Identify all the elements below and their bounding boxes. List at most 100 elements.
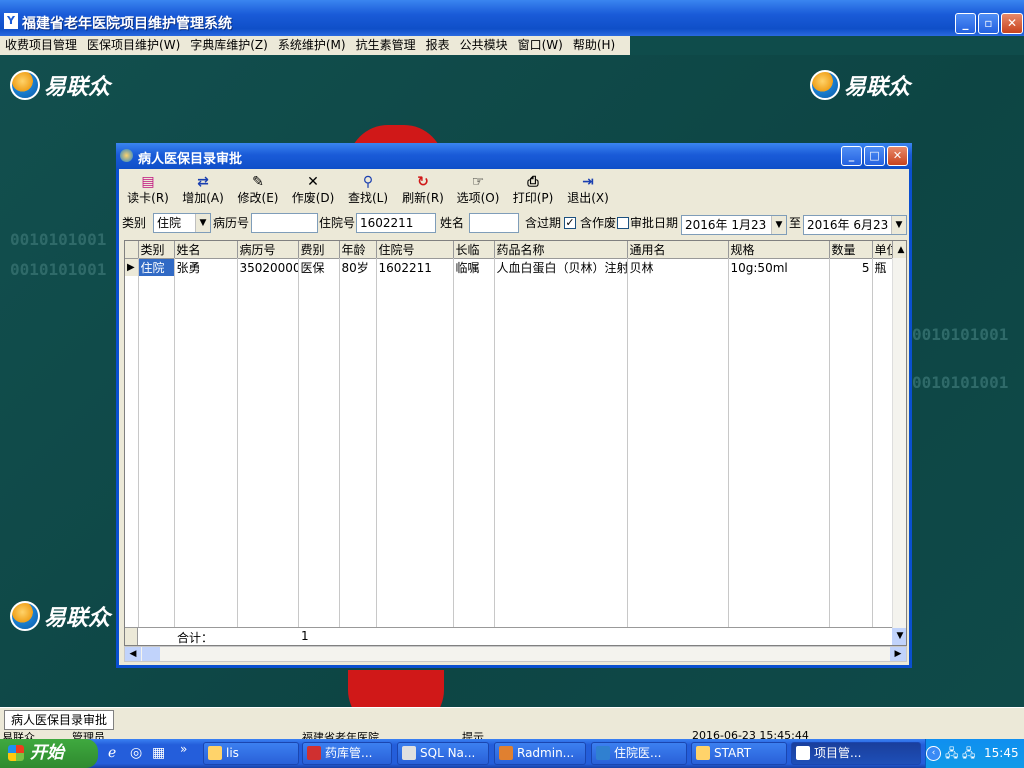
expired-label: 含过期 (525, 216, 562, 230)
taskbar-item[interactable]: SQL Na... (397, 742, 489, 765)
cell-fee-type[interactable]: 医保 (298, 258, 340, 276)
close-button[interactable]: ✕ (1001, 13, 1023, 34)
ie-icon[interactable]: ℯ (108, 745, 116, 761)
dialog-maximize-button[interactable]: □ (864, 146, 885, 166)
menu-insurance-items[interactable]: 医保项目维护(W) (82, 36, 185, 55)
column-header[interactable]: 单位 (872, 241, 893, 259)
scroll-up-button[interactable]: ▲ (892, 241, 906, 259)
restore-button[interactable]: ▫ (978, 13, 999, 34)
cell-inpatient[interactable]: 1602211 (376, 258, 454, 276)
cell-generic-name[interactable]: 贝林 (627, 258, 729, 276)
taskbar-item-active[interactable]: 项目管... (791, 742, 921, 765)
scroll-right-button[interactable]: ▶ (890, 647, 906, 661)
taskbar-item[interactable]: Radmin... (494, 742, 586, 765)
inpatient-label: 住院号 (319, 216, 356, 230)
network-icon[interactable]: 🖧 (945, 739, 958, 768)
exit-button[interactable]: ⇥ 退出(X) (561, 173, 615, 207)
toolbar-label: 退出(X) (567, 191, 609, 205)
mdi-tab[interactable]: 病人医保目录审批 (4, 710, 115, 730)
category-select[interactable]: 住院 ▼ (153, 213, 211, 233)
name-input[interactable] (469, 213, 519, 233)
menu-system[interactable]: 系统维护(M) (273, 36, 351, 55)
tray-expand-icon[interactable]: ‹ (926, 746, 941, 761)
column-header[interactable]: 年龄 (339, 241, 377, 259)
menu-dictionary[interactable]: 字典库维护(Z) (185, 36, 273, 55)
column-header[interactable]: 规格 (728, 241, 830, 259)
dialog-minimize-button[interactable]: _ (841, 146, 862, 166)
edit-button[interactable]: ✎ 修改(E) (231, 173, 285, 207)
cell-drug-name[interactable]: 人血白蛋白（贝林）注射 (494, 258, 628, 276)
desktop-icon[interactable]: ▦ (152, 745, 165, 761)
date-from-picker[interactable]: 2016年 1月23 ▼ (681, 215, 787, 235)
toolbar-label: 修改(E) (237, 191, 279, 205)
card-reader-icon: ▤ (141, 174, 155, 190)
name-label: 姓名 (440, 216, 465, 230)
dialog-close-button[interactable]: ✕ (887, 146, 908, 166)
record-number-input[interactable] (251, 213, 318, 233)
taskbar-item[interactable]: lis (203, 742, 299, 765)
header-indicator (125, 241, 139, 259)
refresh-button[interactable]: ↻ 刷新(R) (396, 173, 450, 207)
date-to-picker[interactable]: 2016年 6月23 ▼ (803, 215, 907, 235)
category-value: 住院 (157, 216, 182, 230)
column-header[interactable]: 数量 (829, 241, 873, 259)
print-button[interactable]: ⎙ 打印(P) (506, 173, 560, 207)
chevron-down-icon[interactable]: ▼ (771, 216, 786, 234)
cell-spec[interactable]: 10g:50ml (728, 258, 830, 276)
table-row[interactable]: ▶ 住院 张勇 350200005' 医保 80岁 1602211 临嘱 人血白… (125, 258, 906, 276)
cell-order-type[interactable]: 临嘱 (453, 258, 495, 276)
toolbar-label: 刷新(R) (402, 191, 444, 205)
horizontal-scrollbar[interactable]: ◀ ▶ (124, 646, 907, 662)
cell-quantity[interactable]: 5 (829, 258, 873, 276)
network-icon[interactable]: 🖧 (962, 739, 975, 768)
menu-help[interactable]: 帮助(H) (568, 36, 620, 55)
column-header[interactable]: 长临 (453, 241, 495, 259)
column-header[interactable]: 类别 (138, 241, 175, 259)
inpatient-number-input[interactable]: 1602211 (356, 213, 436, 233)
scroll-left-button[interactable]: ◀ (125, 647, 141, 661)
include-expired-checkbox[interactable]: ✓ (564, 217, 576, 229)
column-header[interactable]: 姓名 (174, 241, 238, 259)
background-binary: 0010101001 (912, 325, 1009, 344)
void-button[interactable]: ✕ 作废(D) (286, 173, 340, 207)
approval-grid[interactable]: 类别 姓名 病历号 费别 年龄 住院号 长临 药品名称 通用名 规格 数量 单位… (124, 240, 907, 646)
start-button[interactable]: 开始 (0, 739, 98, 768)
taskbar-item[interactable]: 住院医... (591, 742, 687, 765)
column-header[interactable]: 费别 (298, 241, 340, 259)
menu-antibiotics[interactable]: 抗生素管理 (351, 36, 421, 55)
column-header[interactable]: 住院号 (376, 241, 454, 259)
add-button[interactable]: ⇄ 增加(A) (176, 173, 230, 207)
chevron-down-icon[interactable]: ▼ (195, 214, 210, 232)
folder-icon (208, 746, 222, 760)
refresh-icon: ↻ (417, 174, 429, 190)
menu-common[interactable]: 公共模块 (455, 36, 513, 55)
cell-name[interactable]: 张勇 (174, 258, 238, 276)
cell-record[interactable]: 350200005' (237, 258, 299, 276)
menu-fee-items[interactable]: 收费项目管理 (0, 36, 82, 55)
menu-reports[interactable]: 报表 (421, 36, 455, 55)
read-card-button[interactable]: ▤ 读卡(R) (121, 173, 175, 207)
chevron-down-icon[interactable]: ▼ (891, 216, 906, 234)
logo-text: 易联众 (44, 606, 111, 631)
include-void-checkbox[interactable] (617, 217, 629, 229)
column-header[interactable]: 病历号 (237, 241, 299, 259)
cell-unit[interactable]: 瓶 (872, 258, 893, 276)
cell-category[interactable]: 住院 (138, 258, 175, 276)
find-button[interactable]: ⚲ 查找(L) (341, 173, 395, 207)
browser-icon[interactable]: ◎ (130, 745, 142, 761)
taskbar-item[interactable]: 药库管... (302, 742, 392, 765)
minimize-button[interactable]: _ (955, 13, 976, 34)
menu-window[interactable]: 窗口(W) (513, 36, 568, 55)
column-header[interactable]: 通用名 (627, 241, 729, 259)
horizontal-scroll-thumb[interactable] (142, 647, 160, 661)
column-header[interactable]: 药品名称 (494, 241, 628, 259)
date-from-value: 2016年 1月23 (685, 218, 767, 232)
clock[interactable]: 15:45 (984, 739, 1019, 768)
cell-age[interactable]: 80岁 (339, 258, 377, 276)
background-binary: 0010101001 (10, 230, 107, 249)
scroll-down-button[interactable]: ▼ (892, 628, 906, 645)
vertical-scrollbar[interactable] (892, 258, 906, 630)
options-button[interactable]: ☞ 选项(O) (451, 173, 505, 207)
chevron-right-icon[interactable]: » (180, 742, 187, 756)
taskbar-item[interactable]: START (691, 742, 787, 765)
